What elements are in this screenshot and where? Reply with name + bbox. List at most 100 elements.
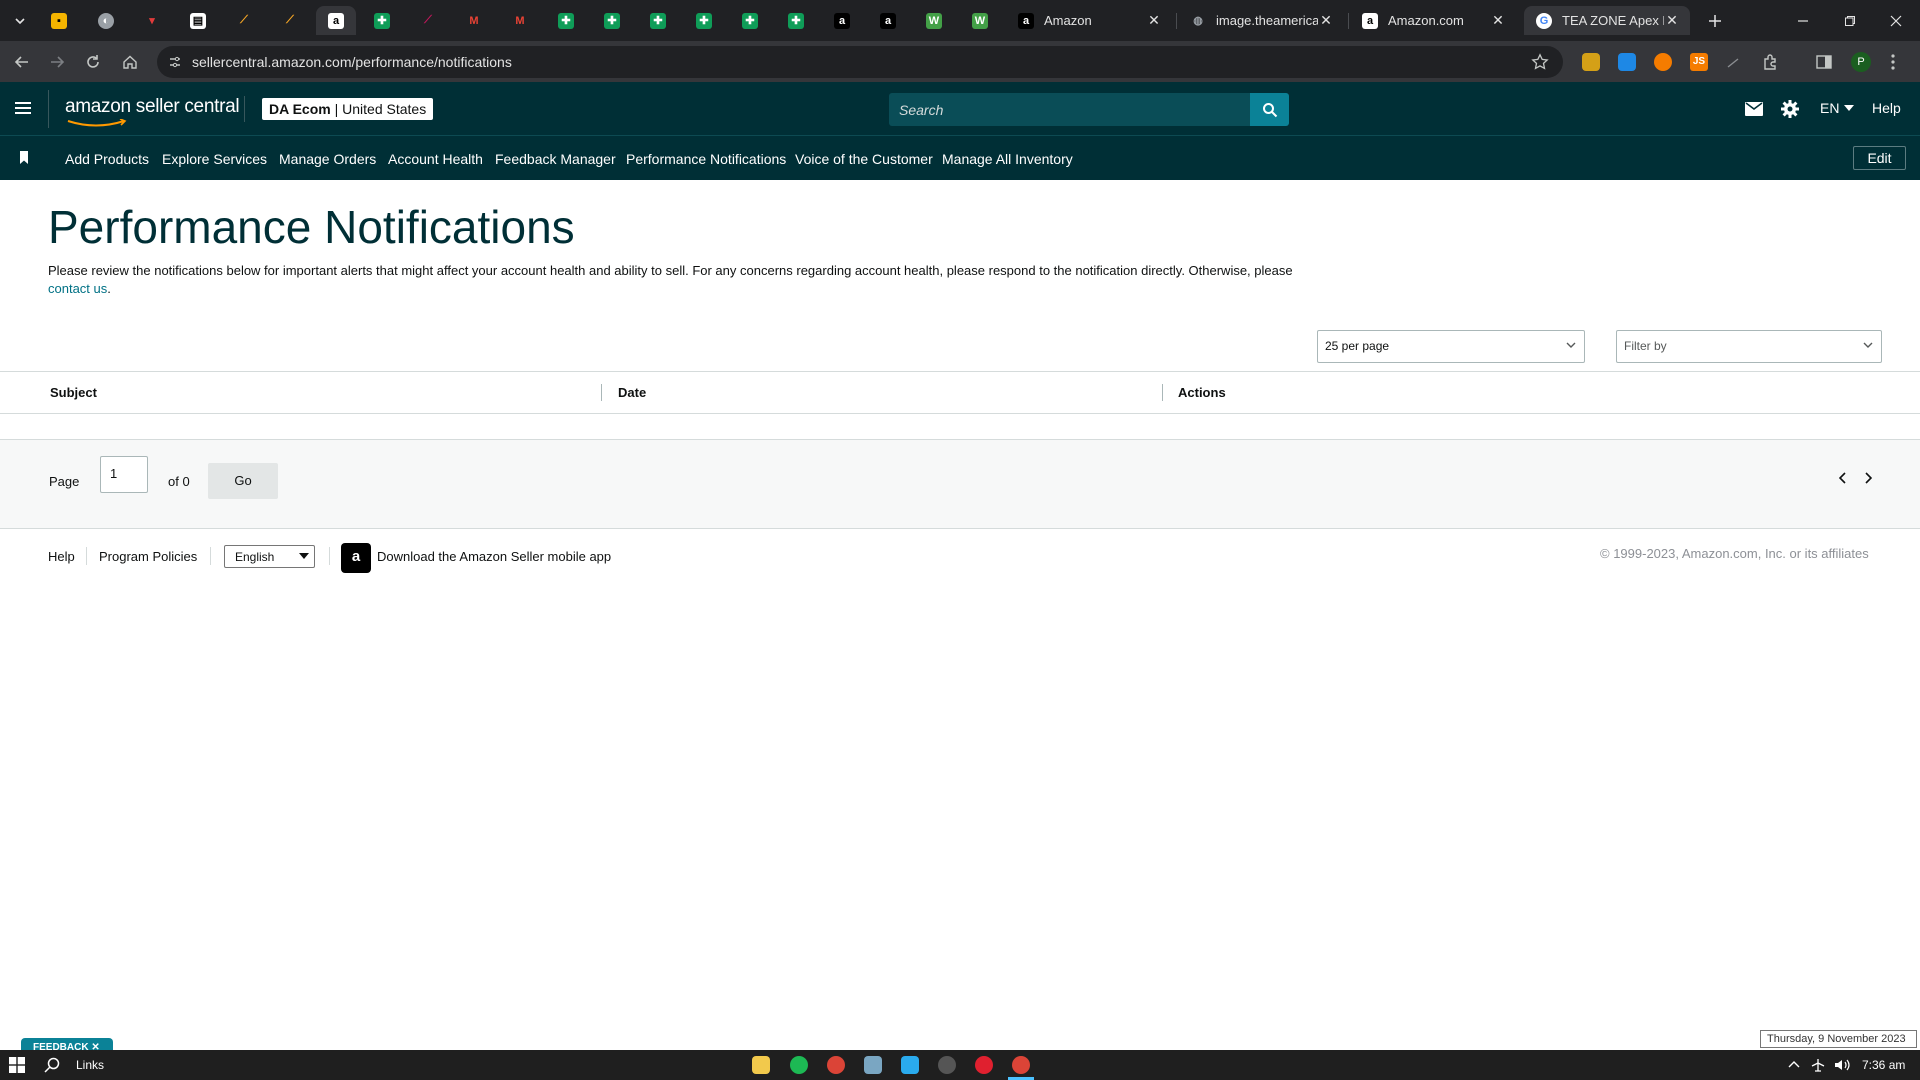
pinned-tab[interactable]: ▾ (136, 6, 168, 35)
pinned-tab[interactable]: ◐ (90, 6, 122, 35)
help-link[interactable]: Help (1872, 100, 1901, 116)
airplane-mode-icon[interactable] (1811, 1058, 1825, 1072)
footer-help-link[interactable]: Help (48, 549, 75, 564)
minimize-button[interactable] (1787, 6, 1819, 35)
pinned-tab[interactable]: ✚ (734, 6, 766, 35)
bookmark-star-icon[interactable] (1531, 53, 1549, 71)
reload-button[interactable] (80, 49, 106, 75)
extension-icon[interactable] (1726, 55, 1740, 69)
per-page-select[interactable]: 25 per page (1317, 330, 1585, 363)
pinned-tab[interactable]: ▪ (43, 6, 75, 35)
pinned-tab[interactable]: M (504, 6, 536, 35)
pinned-tab[interactable]: ⟋ (228, 6, 260, 35)
opera-icon[interactable] (975, 1056, 993, 1074)
new-tab-button[interactable] (1699, 6, 1731, 35)
extension-icon[interactable] (1582, 53, 1600, 71)
tab-amazon-com[interactable]: a Amazon.com ✕ (1350, 6, 1516, 35)
pinned-tab[interactable]: ✚ (642, 6, 674, 35)
close-tab-icon[interactable]: ✕ (1146, 12, 1162, 29)
taskbar-search-icon[interactable] (44, 1057, 60, 1073)
windows-start-icon[interactable] (9, 1057, 25, 1073)
settings-gear-icon[interactable] (1781, 100, 1799, 118)
restore-button[interactable] (1834, 6, 1866, 35)
volume-icon[interactable] (1834, 1058, 1850, 1072)
notepad-icon[interactable] (864, 1056, 882, 1074)
nav-manage-orders[interactable]: Manage Orders (279, 151, 376, 167)
address-bar[interactable]: sellercentral.amazon.com/performance/not… (157, 46, 1563, 78)
pinned-tab[interactable]: ⟋ (274, 6, 306, 35)
nav-feedback-manager[interactable]: Feedback Manager (495, 151, 616, 167)
close-window-button[interactable] (1880, 6, 1912, 35)
hamburger-menu-icon[interactable] (14, 100, 32, 116)
url-text[interactable]: sellercentral.amazon.com/performance/not… (192, 54, 512, 70)
browser-menu-icon[interactable] (1890, 53, 1896, 71)
pinned-tab[interactable]: M (458, 6, 490, 35)
nav-add-products[interactable]: Add Products (65, 151, 149, 167)
home-button[interactable] (117, 49, 143, 75)
filter-by-select[interactable]: Filter by (1616, 330, 1882, 363)
pinned-tab[interactable]: ✚ (688, 6, 720, 35)
file-explorer-icon[interactable] (752, 1056, 770, 1074)
language-selector[interactable]: EN (1820, 100, 1855, 116)
column-header-date[interactable]: Date (618, 385, 646, 400)
bookmark-icon[interactable] (19, 151, 29, 164)
download-app-link[interactable]: Download the Amazon Seller mobile app (377, 549, 611, 564)
tab-search-menu[interactable] (4, 6, 36, 35)
nav-voice-of-the-customer[interactable]: Voice of the Customer (795, 151, 933, 167)
nav-manage-all-inventory[interactable]: Manage All Inventory (942, 151, 1073, 167)
contact-us-link[interactable]: contact us (48, 281, 107, 296)
site-info-icon[interactable] (167, 54, 183, 70)
chrome-active-icon[interactable] (1012, 1056, 1030, 1074)
extension-icon[interactable] (1618, 53, 1636, 71)
taskbar-clock[interactable]: 7:36 am (1862, 1058, 1905, 1072)
account-switcher[interactable]: DA Ecom | United States (262, 98, 434, 120)
edit-nav-button[interactable]: Edit (1853, 146, 1906, 170)
go-button[interactable]: Go (208, 463, 278, 499)
feedback-tab[interactable]: FEEDBACK ✕ (21, 1038, 113, 1050)
seller-central-logo[interactable]: amazon seller central (65, 96, 240, 118)
pinned-tab[interactable]: ⟋ (412, 6, 444, 35)
nav-explore-services[interactable]: Explore Services (162, 151, 267, 167)
forward-button[interactable] (44, 49, 70, 75)
close-tab-icon[interactable]: ✕ (1490, 12, 1506, 29)
close-tab-icon[interactable]: ✕ (1318, 12, 1334, 29)
nav-account-health[interactable]: Account Health (388, 151, 483, 167)
pinned-tab[interactable]: ✚ (596, 6, 628, 35)
tray-expand-icon[interactable] (1788, 1060, 1800, 1068)
pinned-tab[interactable]: ✚ (550, 6, 582, 35)
extensions-puzzle-icon[interactable] (1762, 53, 1780, 71)
chrome-icon[interactable] (827, 1056, 845, 1074)
search-input[interactable]: Search (889, 93, 1251, 126)
extension-icon[interactable] (1654, 53, 1672, 71)
amazon-app-icon[interactable]: a (341, 543, 371, 573)
pinned-tab[interactable]: ▤ (182, 6, 214, 35)
telegram-icon[interactable] (901, 1056, 919, 1074)
spotify-icon[interactable] (790, 1056, 808, 1074)
column-header-subject[interactable]: Subject (50, 385, 97, 400)
taskbar-search-label[interactable]: Links (76, 1058, 104, 1072)
profile-avatar[interactable]: P (1851, 52, 1871, 72)
page-number-input[interactable]: 1 (100, 456, 148, 493)
nav-performance-notifications[interactable]: Performance Notifications (626, 151, 786, 167)
pinned-tab[interactable]: W (964, 6, 996, 35)
side-panel-icon[interactable] (1815, 53, 1833, 71)
back-button[interactable] (9, 49, 35, 75)
pinned-tab[interactable]: W (918, 6, 950, 35)
mail-icon[interactable] (1745, 102, 1763, 116)
next-page-icon[interactable] (1864, 472, 1872, 484)
tab-amazon[interactable]: a Amazon ✕ (1006, 6, 1172, 35)
pinned-tab[interactable]: ✚ (780, 6, 812, 35)
search-button[interactable] (1250, 93, 1289, 126)
footer-program-policies-link[interactable]: Program Policies (99, 549, 197, 564)
footer-language-select[interactable]: English (224, 545, 315, 568)
tab-image[interactable]: ◍ image.theamerican ✕ (1178, 6, 1344, 35)
previous-page-icon[interactable] (1839, 472, 1847, 484)
tab-tea-zone[interactable]: G TEA ZONE Apex P ✕ (1524, 6, 1690, 35)
pinned-tab[interactable]: a (872, 6, 904, 35)
pinned-tab[interactable]: a (826, 6, 858, 35)
close-tab-icon[interactable]: ✕ (1664, 12, 1680, 29)
pinned-tab-active[interactable]: a (316, 6, 356, 35)
extension-icon[interactable]: JS (1690, 53, 1708, 71)
pinned-tab[interactable]: ✚ (366, 6, 398, 35)
steam-icon[interactable] (938, 1056, 956, 1074)
